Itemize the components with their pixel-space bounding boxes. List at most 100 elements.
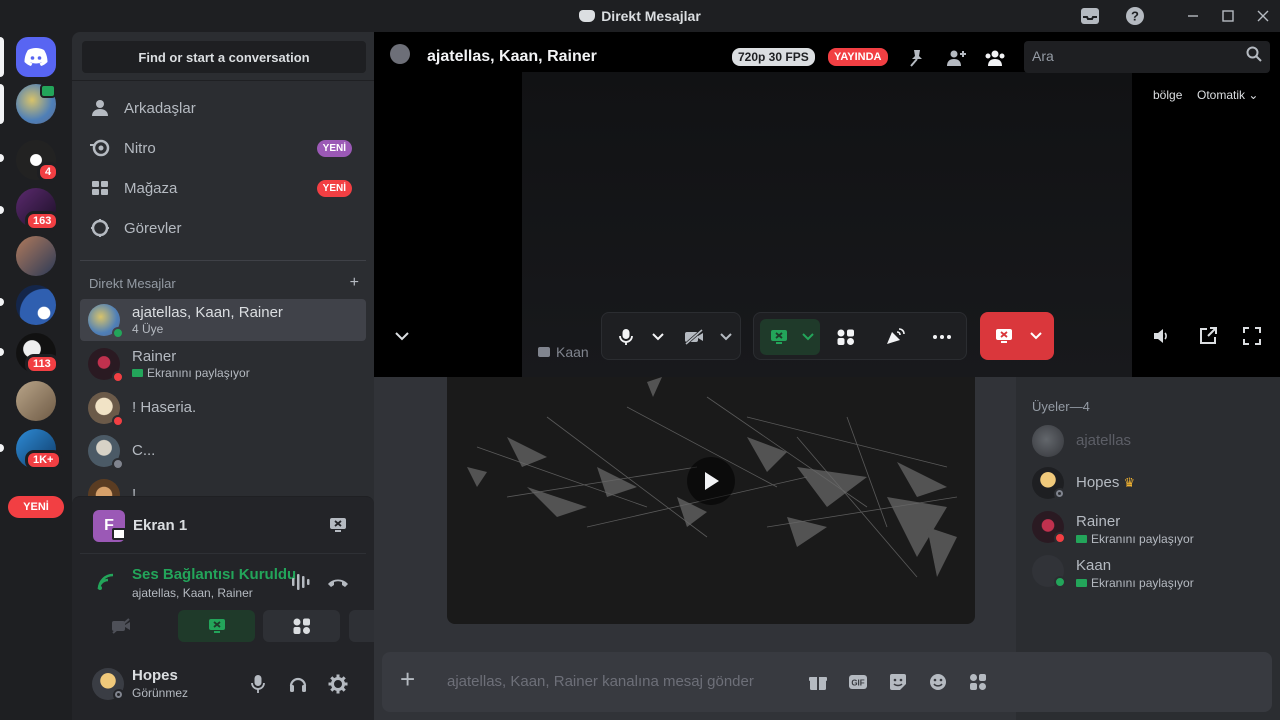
- dm-item-group[interactable]: ajatellas, Kaan, Rainer 4 Üye: [80, 299, 366, 341]
- unread-dot: [0, 154, 4, 162]
- inbox-icon[interactable]: [1078, 4, 1102, 28]
- dm-item-c[interactable]: C...: [80, 430, 366, 472]
- microphone-icon[interactable]: [614, 325, 638, 349]
- screen-share-icon: [208, 619, 225, 633]
- new-badge: YENİ: [316, 139, 352, 157]
- chevron-down-icon: ⌄: [1248, 88, 1259, 102]
- status-offline-icon: [112, 458, 124, 470]
- region-value: Otomatik: [1197, 88, 1246, 102]
- emoji-icon[interactable]: [926, 670, 950, 694]
- nav-shop[interactable]: Mağaza YENİ: [80, 168, 368, 208]
- upload-plus-icon[interactable]: +: [400, 666, 415, 692]
- svg-text:?: ?: [1131, 9, 1139, 24]
- screen-share-icon: [767, 325, 791, 349]
- server-rail: 4 163 113 1K+ YENİ: [0, 32, 72, 720]
- avatar: [1032, 425, 1064, 457]
- disconnect-icon[interactable]: [326, 572, 350, 592]
- region-label: bölge: [1153, 88, 1183, 102]
- divider: [80, 260, 366, 261]
- chevron-down-icon[interactable]: [1024, 324, 1048, 348]
- server-avatar-5[interactable]: [16, 285, 56, 325]
- dm-item-rainer[interactable]: Rainer Ekranını paylaşıyor: [80, 343, 366, 385]
- camera-toggle-button[interactable]: [82, 610, 159, 642]
- stop-stream-button[interactable]: [980, 312, 1054, 360]
- stream-quality-badge: 720p 30 FPS: [732, 48, 815, 66]
- stop-stream-icon[interactable]: [328, 515, 348, 535]
- settings-gear-icon[interactable]: [326, 672, 350, 696]
- soundboard-icon[interactable]: [883, 325, 907, 349]
- unread-dot: [0, 348, 4, 356]
- search-input[interactable]: Ara: [1024, 41, 1270, 73]
- member-name: Rainer: [1076, 513, 1121, 530]
- message-input[interactable]: ajatellas, Kaan, Rainer kanalına mesaj g…: [447, 673, 754, 690]
- nav-nitro[interactable]: Nitro YENİ: [80, 128, 368, 168]
- user-status: Görünmez: [132, 686, 189, 700]
- gif-icon[interactable]: GIF: [846, 670, 870, 694]
- member-name: Hopes ♛: [1076, 474, 1135, 491]
- friends-icon: [90, 98, 110, 118]
- member-name: ajatellas: [1076, 432, 1132, 449]
- stream-controls: [753, 312, 967, 360]
- apps-icon[interactable]: [966, 670, 990, 694]
- chevron-down-icon[interactable]: [796, 325, 820, 349]
- status-dnd-icon: [112, 371, 124, 383]
- new-badge: YENİ: [316, 179, 352, 197]
- volume-icon[interactable]: [1149, 324, 1173, 348]
- dm-item-haseria[interactable]: ! Haseria.: [80, 387, 366, 429]
- more-options-icon[interactable]: [930, 325, 954, 349]
- member-list-icon[interactable]: [983, 46, 1007, 70]
- title-bar: Direkt Mesajlar ?: [0, 0, 1280, 32]
- microphone-icon[interactable]: [246, 672, 270, 696]
- member-item[interactable]: Kaan Ekranını paylaşıyor: [1032, 551, 1272, 591]
- headphones-icon[interactable]: [286, 672, 310, 696]
- fullscreen-icon[interactable]: [1240, 324, 1264, 348]
- chevron-down-icon[interactable]: [646, 325, 670, 349]
- status-online-icon: [112, 327, 124, 339]
- sticker-icon[interactable]: [886, 670, 910, 694]
- member-item[interactable]: ajatellas: [1032, 421, 1272, 461]
- dm-item-partial[interactable]: !: [80, 474, 366, 496]
- collapse-chevron-icon[interactable]: [394, 328, 410, 344]
- gift-icon[interactable]: [806, 670, 830, 694]
- help-icon[interactable]: ?: [1123, 4, 1147, 28]
- server-avatar-4[interactable]: [16, 236, 56, 276]
- server-avatar-7[interactable]: [16, 381, 56, 421]
- minimize-icon[interactable]: [1181, 4, 1205, 28]
- embedded-video[interactable]: [447, 377, 975, 624]
- home-button[interactable]: [16, 37, 56, 77]
- user-name[interactable]: Hopes: [132, 667, 178, 684]
- find-conversation-button[interactable]: Find or start a conversation: [82, 41, 366, 73]
- svg-text:GIF: GIF: [851, 679, 864, 688]
- member-list-header: Üyeler—4: [1032, 399, 1090, 414]
- member-activity-text: Ekranını paylaşıyor: [1091, 576, 1194, 590]
- stream-owner-tag: Kaan: [538, 344, 589, 360]
- member-item[interactable]: Hopes ♛: [1032, 463, 1272, 503]
- create-dm-button[interactable]: +: [350, 274, 359, 292]
- connection-status[interactable]: Ses Bağlantısı Kuruldu: [132, 566, 296, 583]
- screen-share-button[interactable]: [178, 610, 255, 642]
- region-select[interactable]: Otomatik ⌄: [1197, 88, 1258, 102]
- nav-quests[interactable]: Görevler: [80, 208, 368, 248]
- activities-button[interactable]: [263, 610, 340, 642]
- nav-friends[interactable]: Arkadaşlar: [80, 88, 368, 128]
- dm-subtitle-text: Ekranını paylaşıyor: [147, 366, 250, 380]
- add-friends-icon[interactable]: [944, 46, 968, 70]
- chevron-down-icon[interactable]: [714, 325, 738, 349]
- quests-icon: [90, 218, 110, 238]
- close-icon[interactable]: [1251, 4, 1275, 28]
- new-servers-pill[interactable]: YENİ: [8, 496, 64, 518]
- noise-suppression-icon[interactable]: [290, 572, 314, 592]
- popout-icon[interactable]: [1196, 324, 1220, 348]
- play-icon[interactable]: [687, 457, 735, 505]
- stream-stage: ajatellas, Kaan, Rainer 720p 30 FPS YAYI…: [374, 32, 1280, 377]
- camera-off-icon[interactable]: [682, 325, 706, 349]
- pin-icon[interactable]: [904, 46, 928, 70]
- search-icon: [1246, 46, 1262, 66]
- activities-icon[interactable]: [834, 325, 858, 349]
- signal-icon: [96, 572, 116, 592]
- maximize-icon[interactable]: [1216, 4, 1240, 28]
- nitro-icon: [90, 138, 110, 158]
- member-item[interactable]: Rainer Ekranını paylaşıyor: [1032, 507, 1272, 547]
- screen-share-icon: [1076, 535, 1087, 543]
- status-invisible-icon: [1054, 488, 1066, 500]
